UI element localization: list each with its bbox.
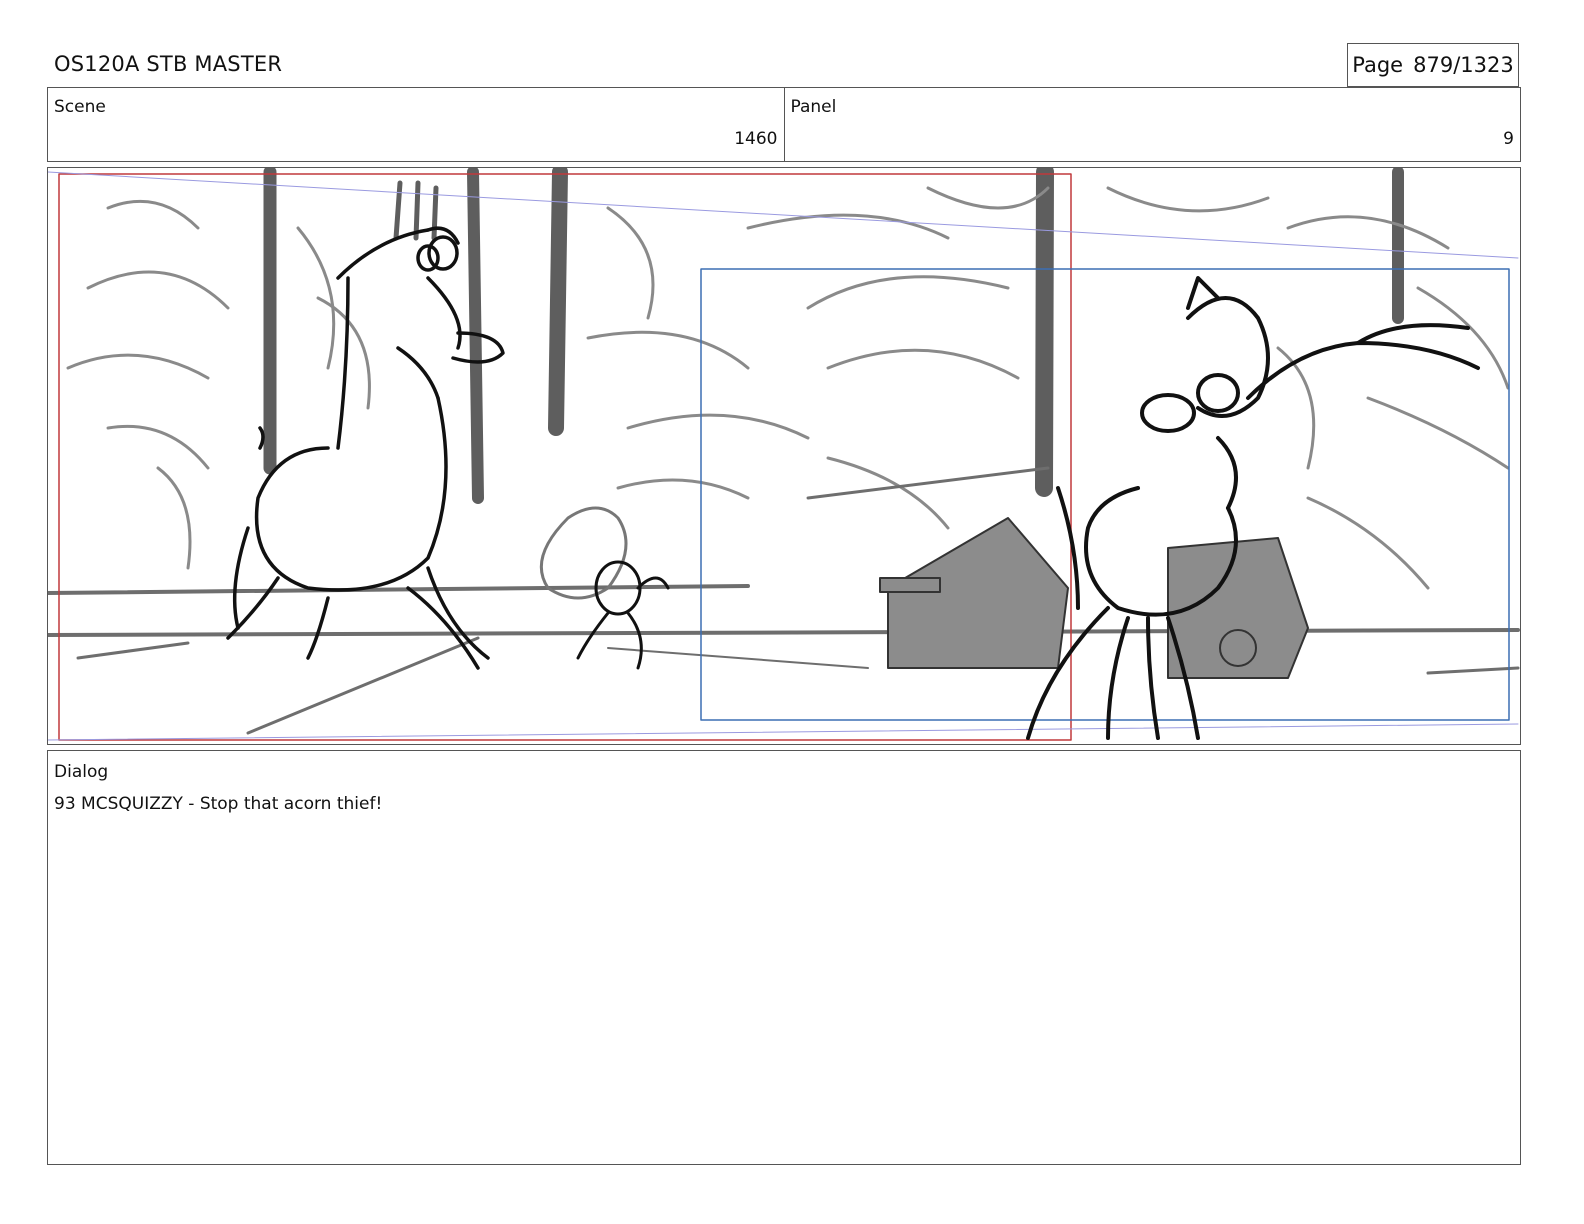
scene-panel-header: Scene 1460 Panel 9 bbox=[47, 87, 1521, 162]
storyboard-sketch-image bbox=[48, 168, 1520, 741]
scene-number: 1460 bbox=[734, 129, 778, 149]
dialog-text: 93 MCSQUIZZY - Stop that acorn thief! bbox=[54, 794, 383, 814]
page-label: Page bbox=[1352, 53, 1404, 77]
scene-label: Scene bbox=[54, 97, 106, 117]
camera-end-frame bbox=[700, 268, 1510, 721]
dialog-box: Dialog 93 MCSQUIZZY - Stop that acorn th… bbox=[47, 750, 1521, 1165]
panel-cell: Panel 9 bbox=[783, 88, 1521, 161]
background-foliage bbox=[66, 186, 1510, 590]
storyboard-image bbox=[47, 167, 1521, 745]
panel-label: Panel bbox=[790, 97, 837, 117]
page-indicator: Page 879/1323 bbox=[1347, 43, 1519, 87]
dialog-label: Dialog bbox=[54, 762, 109, 782]
panel-number: 9 bbox=[1503, 129, 1514, 149]
document-title: OS120A STB MASTER bbox=[54, 52, 283, 76]
wrecked-cart bbox=[879, 517, 1309, 679]
page-number: 879/1323 bbox=[1413, 53, 1514, 77]
scene-cell: Scene 1460 bbox=[48, 88, 784, 161]
